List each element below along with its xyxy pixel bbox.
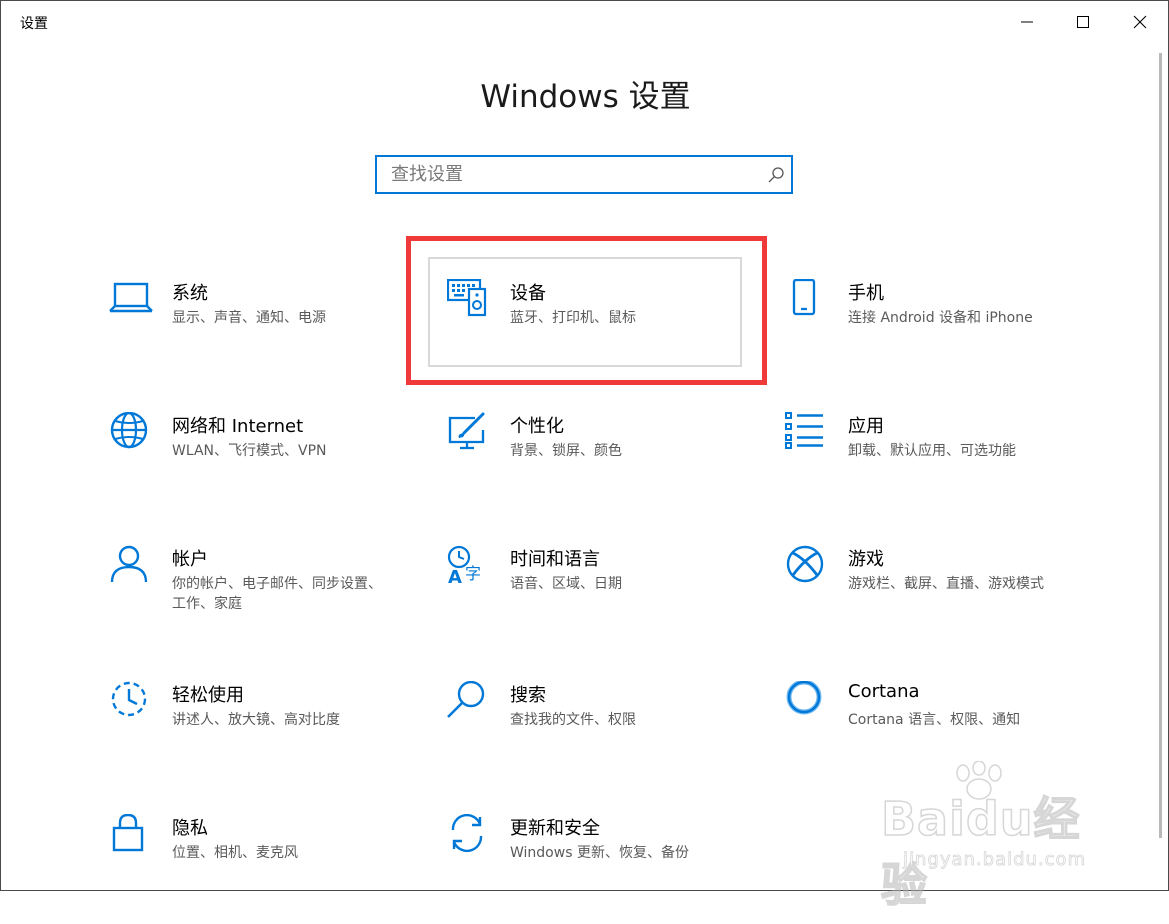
tile-system[interactable]: 系统 显示、声音、通知、电源 <box>109 279 409 389</box>
tile-description: 蓝牙、打印机、鼠标 <box>510 310 636 326</box>
tile-description: 卸载、默认应用、可选功能 <box>848 443 1016 459</box>
window-title: 设置 <box>20 16 48 32</box>
tile-time-language[interactable]: A 字 时间和语言 语音、区域、日期 <box>447 545 747 655</box>
person-icon <box>110 545 148 583</box>
tile-label: Cortana <box>848 681 920 702</box>
ease-of-access-icon <box>111 681 147 717</box>
tile-description: 讲述人、放大镜、高对比度 <box>172 712 340 728</box>
cortana-icon <box>786 681 822 715</box>
svg-text:A: A <box>448 567 462 588</box>
tile-label: 个性化 <box>510 416 564 437</box>
tile-description: 连接 Android 设备和 iPhone <box>848 310 1033 326</box>
tile-label: 隐私 <box>172 818 208 839</box>
minimize-button[interactable] <box>998 1 1056 43</box>
magnifier-icon <box>447 681 485 718</box>
xbox-icon <box>786 545 824 583</box>
baidu-watermark: Baidu经验 jingyan.baidu.com <box>880 761 1121 913</box>
sync-icon <box>451 814 483 852</box>
settings-window: 设置 Windows 设置 系统 显示、声音、通知、电源 <box>0 0 1169 913</box>
tile-network[interactable]: 网络和 Internet WLAN、飞行模式、VPN <box>109 412 409 522</box>
tile-devices[interactable]: 设备 蓝牙、打印机、鼠标 <box>447 279 747 389</box>
globe-icon <box>110 412 148 449</box>
tile-label: 时间和语言 <box>510 549 600 570</box>
tile-label: 手机 <box>848 283 884 304</box>
search-box[interactable] <box>375 155 793 194</box>
tile-description: 游戏栏、截屏、直播、游戏模式 <box>848 576 1044 592</box>
personalize-icon <box>448 412 485 450</box>
scrollbar[interactable] <box>1159 53 1162 838</box>
tile-label: 系统 <box>172 283 208 304</box>
tile-phone[interactable]: 手机 连接 Android 设备和 iPhone <box>785 279 1085 389</box>
apps-list-icon <box>785 412 823 449</box>
tile-personalization[interactable]: 个性化 背景、锁屏、颜色 <box>447 412 747 522</box>
phone-icon <box>792 279 816 316</box>
tile-description: Cortana 语言、权限、通知 <box>848 712 1021 728</box>
tile-search[interactable]: 搜索 查找我的文件、权限 <box>447 681 747 791</box>
title-bar[interactable]: 设置 <box>1 1 1168 43</box>
tile-label: 更新和安全 <box>510 818 600 839</box>
search-input[interactable] <box>377 157 761 192</box>
time-language-icon: A 字 <box>447 545 481 588</box>
laptop-icon <box>109 282 153 313</box>
tile-description: 位置、相机、麦克风 <box>172 845 298 861</box>
devices-icon <box>447 279 487 317</box>
svg-text:字: 字 <box>465 564 481 583</box>
tile-ease-of-access[interactable]: 轻松使用 讲述人、放大镜、高对比度 <box>109 681 409 791</box>
tile-description: 查找我的文件、权限 <box>510 712 636 728</box>
close-icon <box>1133 15 1147 29</box>
tile-label: 帐户 <box>172 549 208 570</box>
lock-icon <box>112 814 144 852</box>
tile-description: 你的帐户、电子邮件、同步设置、工作、家庭 <box>172 576 382 612</box>
tile-description: WLAN、飞行模式、VPN <box>172 443 327 459</box>
watermark-url: jingyan.baidu.com <box>903 849 1087 871</box>
tile-label: 设备 <box>510 283 546 304</box>
tile-apps[interactable]: 应用 卸载、默认应用、可选功能 <box>785 412 1085 522</box>
tile-gaming[interactable]: 游戏 游戏栏、截屏、直播、游戏模式 <box>785 545 1085 655</box>
tile-label: 搜索 <box>510 685 546 706</box>
tile-label: 应用 <box>848 416 884 437</box>
tile-update-security[interactable]: 更新和安全 Windows 更新、恢复、备份 <box>447 814 747 924</box>
tile-description: Windows 更新、恢复、备份 <box>510 845 689 861</box>
tile-accounts[interactable]: 帐户 你的帐户、电子邮件、同步设置、工作、家庭 <box>109 545 409 655</box>
search-icon[interactable] <box>767 166 785 184</box>
minimize-icon <box>1021 21 1033 23</box>
tile-label: 游戏 <box>848 549 884 570</box>
tile-description: 背景、锁屏、颜色 <box>510 443 622 459</box>
page-title: Windows 设置 <box>480 79 691 115</box>
tile-label: 网络和 Internet <box>172 416 304 437</box>
tile-privacy[interactable]: 隐私 位置、相机、麦克风 <box>109 814 409 924</box>
tile-label: 轻松使用 <box>172 685 244 706</box>
maximize-icon <box>1077 16 1089 28</box>
tile-description: 显示、声音、通知、电源 <box>172 310 326 326</box>
close-button[interactable] <box>1111 1 1169 43</box>
tile-description: 语音、区域、日期 <box>510 576 622 592</box>
maximize-button[interactable] <box>1054 1 1112 43</box>
